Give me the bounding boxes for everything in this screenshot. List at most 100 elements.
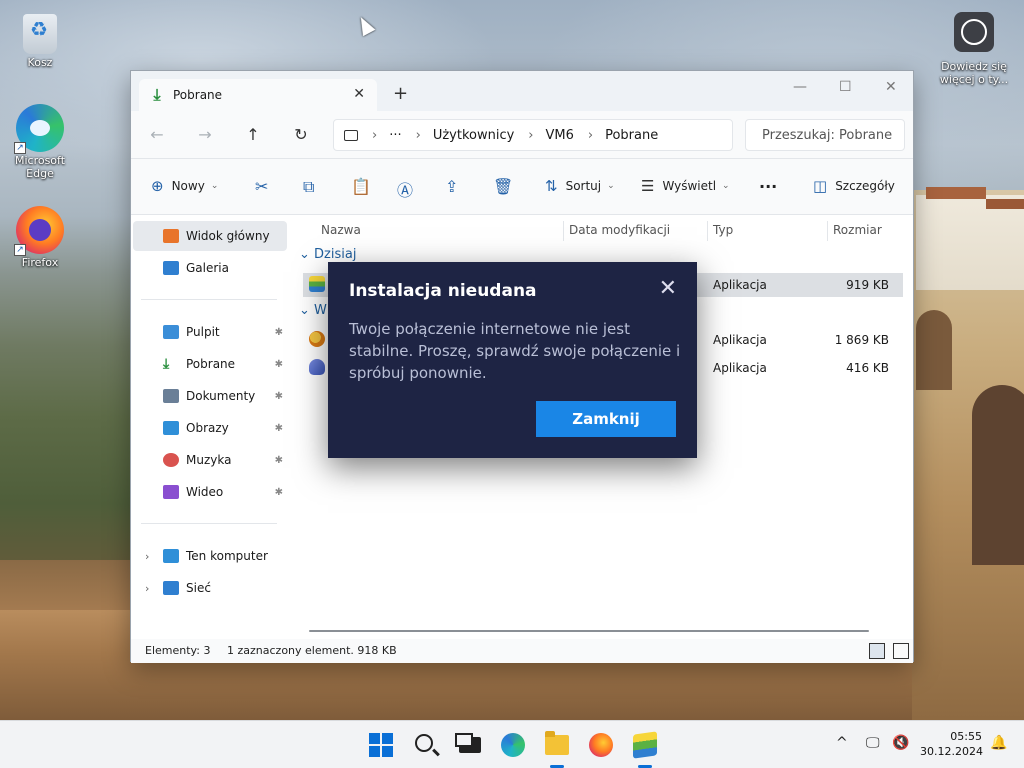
pin-icon: ✱ bbox=[274, 326, 283, 338]
delete-button[interactable]: 🗑 bbox=[493, 177, 513, 196]
breadcrumb-vm6[interactable]: VM6 bbox=[546, 128, 574, 143]
sidebar-item-music[interactable]: Muzyka ✱ bbox=[133, 445, 287, 475]
clock[interactable]: 05:55 30.12.2024 bbox=[920, 729, 983, 759]
column-header-name[interactable]: Nazwa bbox=[321, 215, 361, 243]
column-header-type[interactable]: Typ bbox=[713, 215, 733, 243]
share-button[interactable]: ⇪ bbox=[445, 177, 458, 196]
group-label: W bbox=[314, 303, 327, 318]
command-bar: ⊕ Nowy ⌄ ✂ ⧉ 📋 Ⓐ ⇪ 🗑 ⇅ Sortuj ⌄ ☰ Wyświe… bbox=[131, 159, 913, 215]
details-button[interactable]: ◫ Szczegóły bbox=[813, 177, 895, 195]
file-size: 1 869 KB bbox=[834, 333, 889, 347]
chevron-right-icon[interactable]: › bbox=[145, 582, 149, 595]
copy-button[interactable]: ⧉ bbox=[303, 177, 314, 197]
show-hidden-icons-button[interactable]: ^ bbox=[836, 735, 848, 751]
more-options-button[interactable]: ··· bbox=[759, 177, 777, 196]
close-dialog-button[interactable]: Zamknij bbox=[536, 401, 676, 437]
sidebar-item-pictures[interactable]: Obrazy ✱ bbox=[133, 413, 287, 443]
refresh-button[interactable]: ↻ bbox=[291, 125, 311, 144]
breadcrumb-users[interactable]: Użytkownicy bbox=[433, 128, 514, 143]
installer-app-icon bbox=[309, 359, 325, 375]
sidebar-item-network[interactable]: › Sieć bbox=[133, 573, 287, 603]
sidebar-item-label: Wideo bbox=[186, 485, 224, 499]
new-button[interactable]: ⊕ Nowy ⌄ bbox=[151, 177, 218, 195]
clipboard-icon: 📋 bbox=[351, 177, 371, 196]
dialog-title: Instalacja nieudana bbox=[349, 281, 537, 301]
firefox-taskbar-icon[interactable] bbox=[589, 733, 613, 757]
desktop-icon-learn-more[interactable]: Dowiedz się więcej o ty... bbox=[936, 12, 1012, 86]
desktop-icon-firefox[interactable]: ↗ Firefox bbox=[2, 206, 78, 269]
chevron-down-icon: ⌄ bbox=[299, 247, 310, 262]
breadcrumb[interactable]: › ··· › Użytkownicy › VM6 › Pobrane bbox=[333, 119, 733, 151]
column-header-date[interactable]: Data modyfikacji bbox=[569, 215, 670, 243]
search-icon[interactable] bbox=[415, 734, 433, 752]
group-header-today[interactable]: ⌄ Dzisiaj bbox=[299, 247, 356, 262]
sidebar-item-label: Pulpit bbox=[186, 325, 220, 339]
computer-icon bbox=[163, 549, 179, 563]
sidebar-item-downloads[interactable]: ⤓ Pobrane ✱ bbox=[133, 349, 287, 379]
view-button[interactable]: ☰ Wyświetl ⌄ bbox=[641, 177, 730, 195]
video-icon bbox=[163, 485, 179, 499]
file-size: 919 KB bbox=[846, 278, 889, 292]
sidebar-item-home[interactable]: Widok główny bbox=[133, 221, 287, 251]
copy-icon: ⧉ bbox=[303, 177, 315, 196]
tab-pobrane[interactable]: ⤓ Pobrane ✕ bbox=[139, 79, 377, 111]
file-explorer-taskbar-icon[interactable] bbox=[545, 731, 569, 755]
new-button-label: Nowy bbox=[171, 179, 205, 193]
status-bar: Elementy: 3 1 zaznaczony element. 918 KB bbox=[131, 639, 913, 663]
tiles-view-button[interactable] bbox=[893, 643, 909, 659]
minimize-button[interactable]: — bbox=[793, 79, 807, 95]
clock-date: 30.12.2024 bbox=[920, 745, 983, 758]
desktop-icon-edge[interactable]: ↗ Microsoft Edge bbox=[2, 104, 78, 180]
details-view-button[interactable] bbox=[869, 643, 885, 659]
breadcrumb-pobrane[interactable]: Pobrane bbox=[605, 128, 658, 143]
download-icon: ⤓ bbox=[163, 356, 170, 372]
notification-bell-icon[interactable]: 🔔 bbox=[990, 735, 1007, 751]
search-input[interactable]: Przeszukaj: Pobrane bbox=[745, 119, 905, 151]
cut-button[interactable]: ✂ bbox=[255, 177, 268, 196]
maximize-button[interactable]: ☐ bbox=[839, 79, 852, 95]
network-icon[interactable]: 🖵 bbox=[866, 735, 880, 751]
computer-icon bbox=[344, 129, 358, 141]
desktop-icon-label: Dowiedz się więcej o ty... bbox=[939, 60, 1009, 86]
paste-button[interactable]: 📋 bbox=[351, 177, 371, 196]
up-button[interactable]: ↑ bbox=[243, 125, 263, 144]
new-tab-button[interactable]: + bbox=[393, 83, 408, 104]
dialog-message: Twoje połączenie internetowe nie jest st… bbox=[349, 320, 681, 382]
sidebar-item-label: Galeria bbox=[186, 261, 229, 275]
forward-button[interactable]: → bbox=[195, 125, 215, 144]
back-button[interactable]: ← bbox=[147, 125, 167, 144]
chevron-right-icon[interactable]: › bbox=[145, 550, 149, 563]
horizontal-scrollbar[interactable] bbox=[309, 630, 869, 632]
close-window-button[interactable]: ✕ bbox=[885, 79, 897, 95]
sidebar-item-documents[interactable]: Dokumenty ✱ bbox=[133, 381, 287, 411]
desktop-icon-recycle-bin[interactable]: Kosz bbox=[2, 8, 78, 69]
sort-button[interactable]: ⇅ Sortuj ⌄ bbox=[545, 177, 615, 195]
address-bar: ← → ↑ ↻ › ··· › Użytkownicy › VM6 › Pobr… bbox=[131, 111, 913, 159]
edge-taskbar-icon[interactable] bbox=[501, 733, 525, 757]
sidebar-item-desktop[interactable]: Pulpit ✱ bbox=[133, 317, 287, 347]
rename-button[interactable]: Ⓐ bbox=[397, 177, 413, 201]
file-size: 416 KB bbox=[846, 361, 889, 375]
music-icon bbox=[163, 453, 179, 467]
tab-close-button[interactable]: ✕ bbox=[353, 86, 365, 102]
selection-info: 1 zaznaczony element. 918 KB bbox=[227, 644, 397, 657]
breadcrumb-separator: › bbox=[528, 127, 534, 143]
sidebar-item-videos[interactable]: Wideo ✱ bbox=[133, 477, 287, 507]
column-header-size[interactable]: Rozmiar bbox=[833, 215, 882, 243]
dialog-close-button[interactable]: ✕ bbox=[659, 276, 677, 301]
group-header-earlier[interactable]: ⌄ W bbox=[299, 303, 327, 318]
taskbar: ^ 🖵 🔇 05:55 30.12.2024 🔔 bbox=[0, 720, 1024, 768]
volume-muted-icon[interactable]: 🔇 bbox=[892, 735, 909, 751]
breadcrumb-more[interactable]: ··· bbox=[389, 128, 401, 143]
installer-taskbar-icon[interactable] bbox=[633, 731, 657, 759]
sidebar-item-label: Obrazy bbox=[186, 421, 229, 435]
installation-failed-dialog: Instalacja nieudana ✕ Twoje połączenie i… bbox=[328, 262, 697, 458]
start-button[interactable] bbox=[369, 733, 393, 757]
wallpaper-arch-small bbox=[916, 310, 952, 390]
sidebar-item-this-pc[interactable]: › Ten komputer bbox=[133, 541, 287, 571]
sidebar-item-gallery[interactable]: Galeria bbox=[133, 253, 287, 283]
tab-title: Pobrane bbox=[173, 88, 223, 102]
desktop-icon bbox=[163, 325, 179, 339]
sidebar-item-label: Muzyka bbox=[186, 453, 232, 467]
task-view-icon[interactable] bbox=[455, 733, 481, 753]
